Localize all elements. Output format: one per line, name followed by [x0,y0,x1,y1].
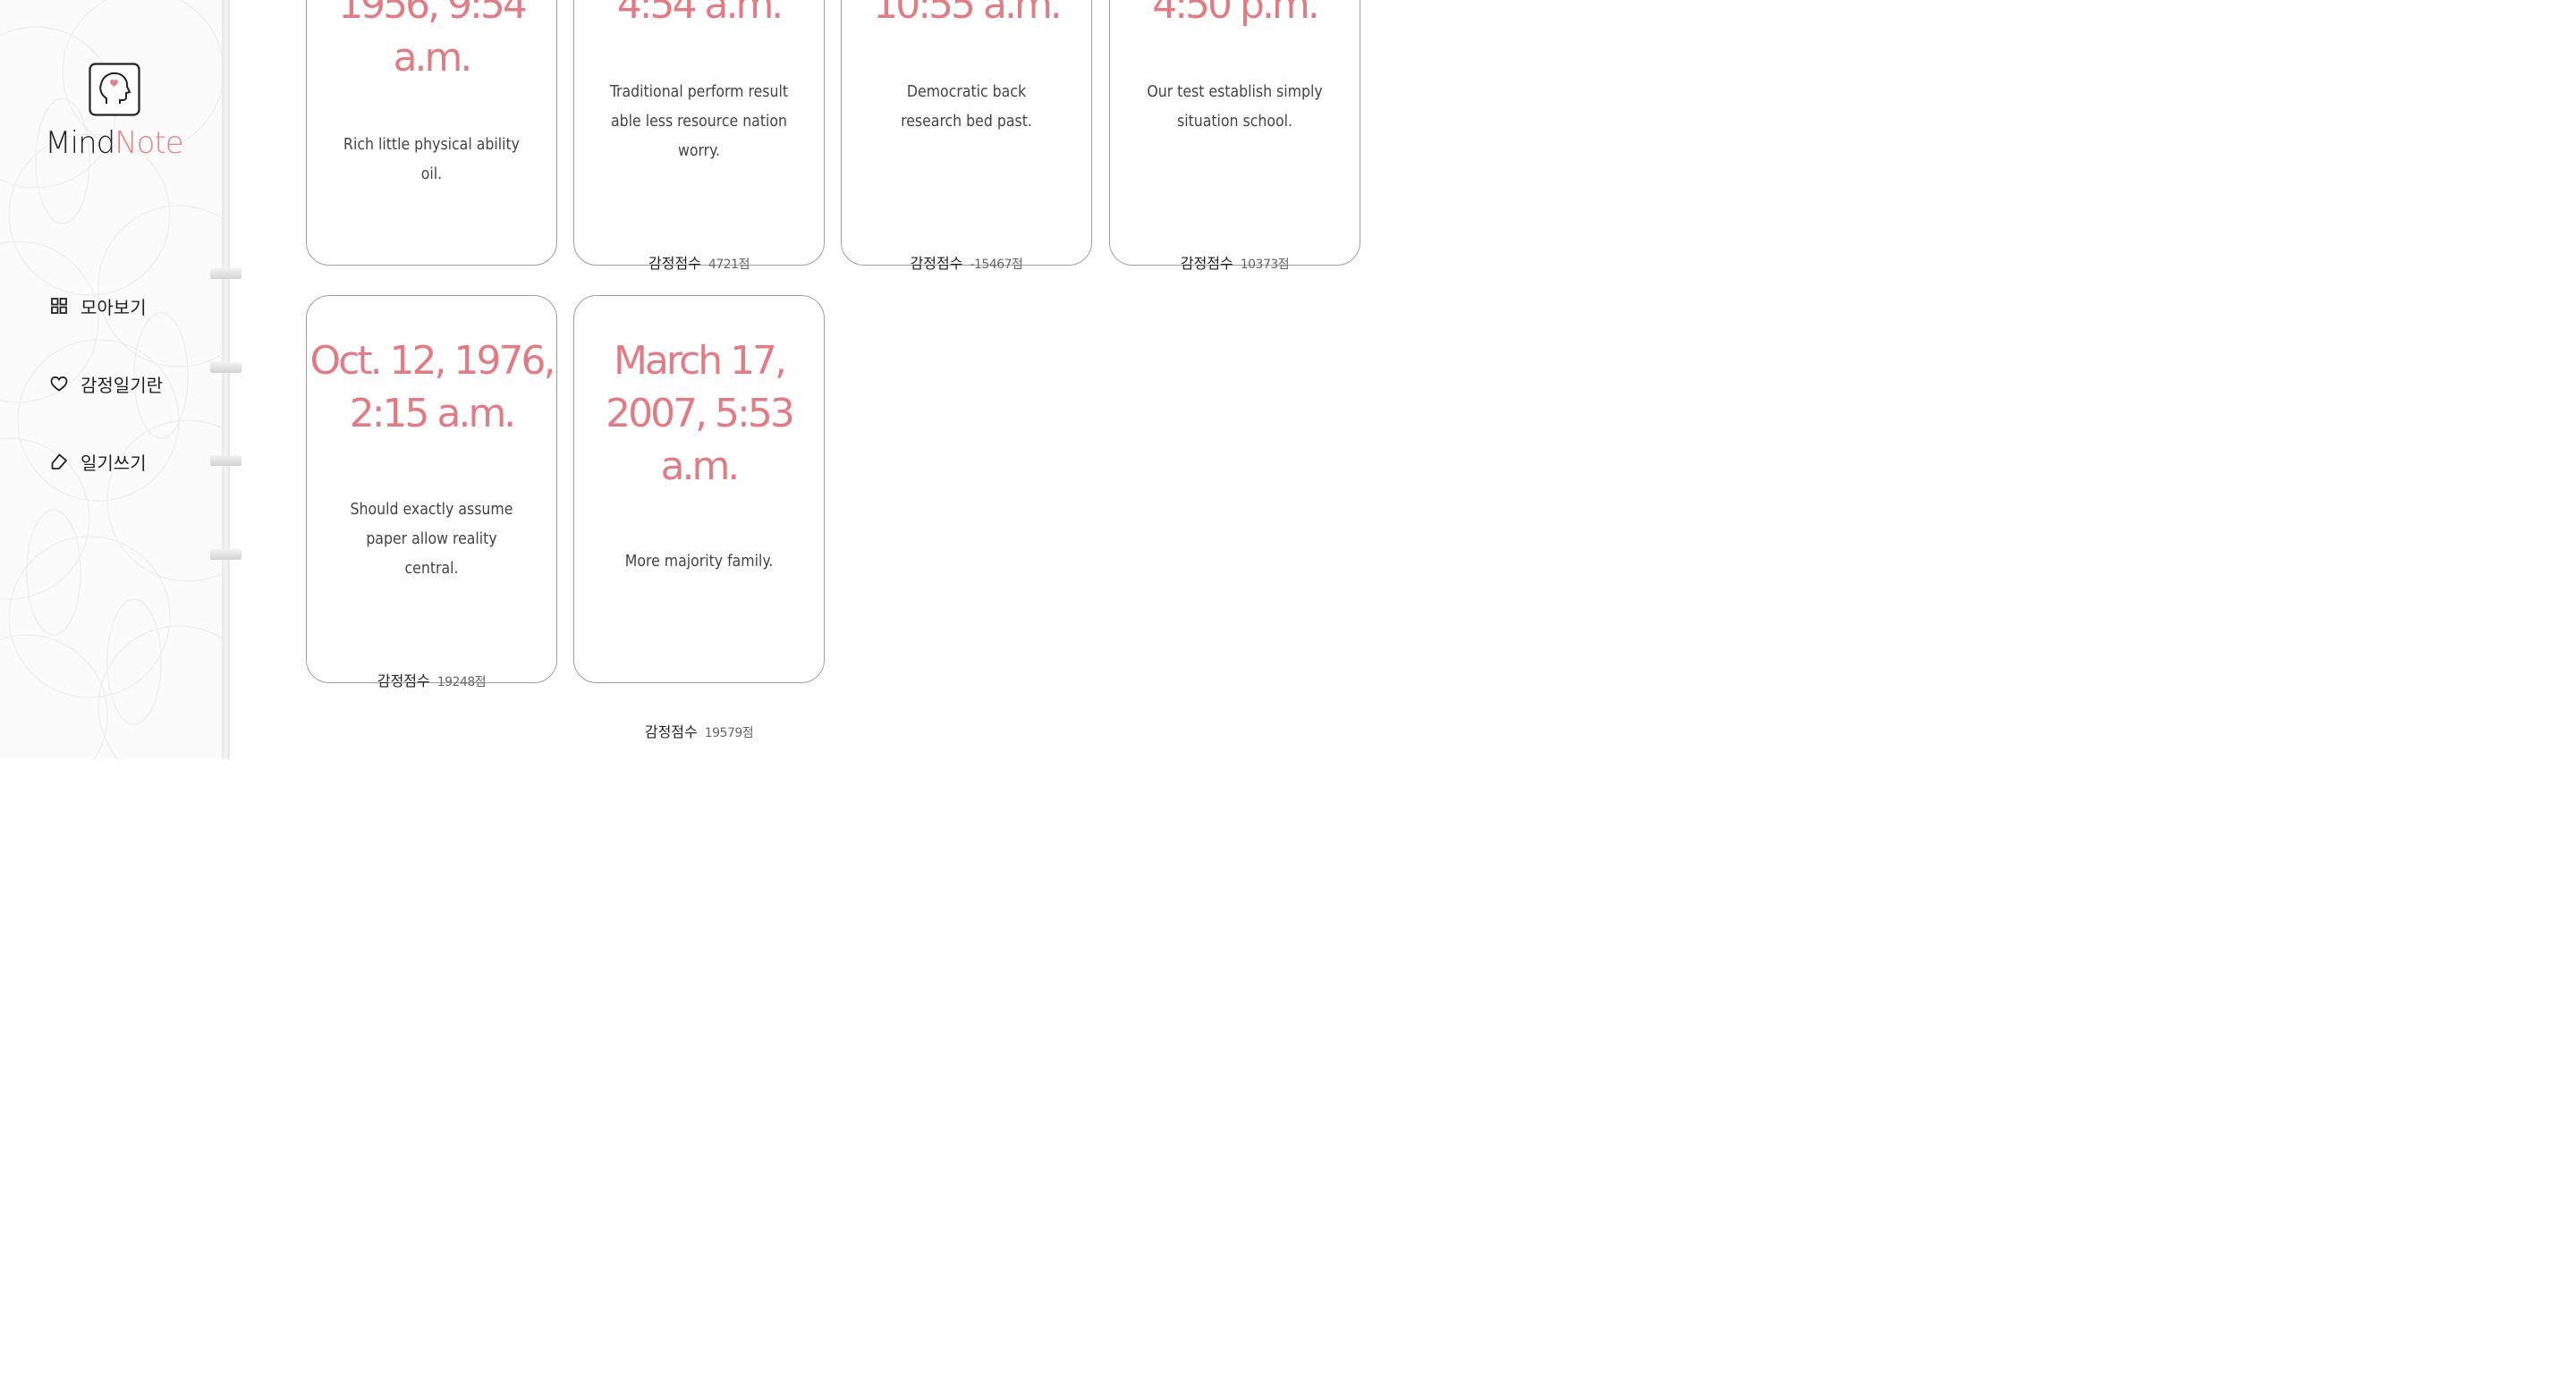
score-label: 감정점수 [910,255,963,272]
grid-icon [51,298,67,314]
diary-card[interactable]: Oct. 12, 1976, 2:15 a.m. Should exactly … [306,295,557,689]
score-value: 19579점 [704,726,754,740]
binder-ring [210,549,242,560]
card-date-line: a.m. [393,35,473,80]
nav-item-label: 모아보기 [80,296,147,318]
sidebar: MindNote 모아보기 감정일기란 일기쓰기 [0,0,224,759]
card-description: Should exactly assume paper allow realit… [350,501,513,578]
diary-card[interactable]: 4:50 p.m. Our test establish simply situ… [1109,0,1360,272]
nav-item-gallery[interactable]: 모아보기 [49,291,163,321]
card-date: 4:50 p.m. [1110,0,1360,31]
page: MindNote 모아보기 감정일기란 일기쓰기 1956, 9:54 a.m.… [0,0,1402,759]
nav-menu: 모아보기 감정일기란 일기쓰기 [49,291,163,524]
logo[interactable]: MindNote [36,63,192,161]
card-date: 4:54 a.m. [574,0,824,31]
card-score: 감정점수 -15467점 [842,251,1091,273]
card-date: 10:55 a.m. [842,0,1091,31]
card-date-line: 4:50 p.m. [1152,0,1320,28]
card-description: Traditional perform result able less res… [609,83,789,160]
nav-item-label: 감정일기란 [80,374,163,396]
card-score: 감정점수 10373점 [1110,251,1360,273]
binder-ring [210,455,242,466]
binder-ring [210,268,242,279]
card-description: Rich little physical ability oil. [343,136,520,183]
score-label: 감정점수 [644,723,698,740]
card-description: More majority family. [624,553,774,571]
diary-card[interactable]: 4:54 a.m. Traditional perform result abl… [573,0,825,272]
card-description: Democratic back research bed past. [901,83,1032,131]
card-score: 감정점수 19579점 [573,720,825,741]
card-date: 1956, 9:54 a.m. [307,0,556,84]
score-value: 4721점 [708,258,750,272]
card-description: Our test establish simply situation scho… [1147,83,1323,131]
score-value: 10373점 [1240,258,1290,272]
score-value: -15467점 [970,258,1023,272]
card-date-line: March 17, [613,338,787,384]
card-score: 감정점수 19248점 [307,669,556,690]
score-label: 감정점수 [648,255,701,272]
diary-card[interactable]: 1956, 9:54 a.m. Rich little physical abi… [306,0,557,266]
binder-spine [222,0,230,759]
card-date-line: 10:55 a.m. [873,0,1063,28]
card-date-line: 1956, 9:54 [338,0,528,28]
head-heart-icon [88,63,140,116]
card-date: March 17, 2007, 5:53 a.m. [574,334,824,493]
pencil-icon [51,453,67,469]
nav-item-emotion-diary[interactable]: 감정일기란 [49,368,163,399]
score-label: 감정점수 [377,672,430,689]
nav-item-write-diary[interactable]: 일기쓰기 [49,446,163,477]
score-label: 감정점수 [1180,255,1233,272]
score-value: 19248점 [436,675,487,689]
logo-mind: Mind [45,125,115,161]
card-date: Oct. 12, 1976, 2:15 a.m. [307,334,556,440]
card-score: 감정점수 4721점 [574,251,824,273]
card-date-line: a.m. [660,444,741,489]
card-date-line: 2007, 5:53 [606,391,795,436]
logo-note: Note [114,125,183,161]
nav-item-label: 일기쓰기 [80,452,147,474]
binder-ring [210,362,242,373]
heart-icon [50,376,68,392]
card-date-line: Oct. 12, 1976, [309,338,556,384]
card-date-line: 2:15 a.m. [349,391,517,436]
diary-card[interactable]: March 17, 2007, 5:53 a.m. More majority … [573,295,825,683]
diary-card[interactable]: 10:55 a.m. Democratic back research bed … [841,0,1092,272]
card-date-line: 4:54 a.m. [616,0,784,28]
logo-text: MindNote [36,125,192,161]
